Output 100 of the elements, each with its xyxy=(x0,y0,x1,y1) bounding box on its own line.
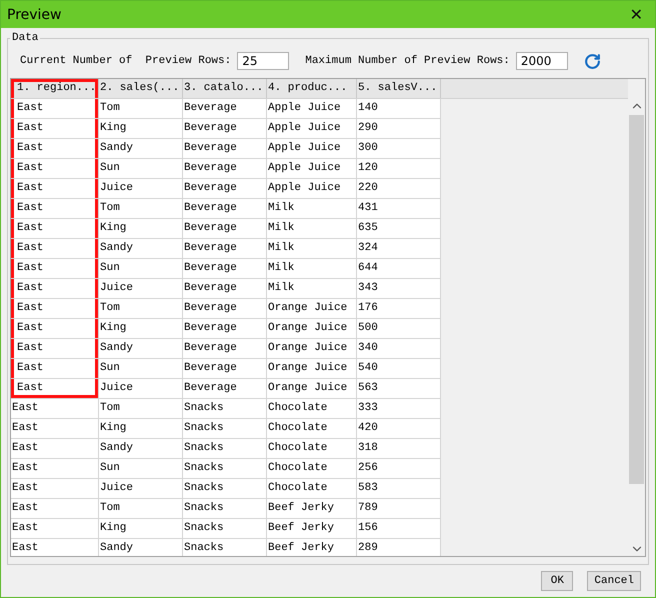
table-cell: 644 xyxy=(357,259,441,279)
close-button[interactable]: ✕ xyxy=(626,5,647,24)
table-cell: 256 xyxy=(357,459,441,479)
table-cell: 300 xyxy=(357,139,441,159)
table-cell: East xyxy=(11,119,99,139)
table-cell: 290 xyxy=(357,119,441,139)
scroll-thumb[interactable] xyxy=(629,115,644,484)
table-cell: Beverage xyxy=(183,359,267,379)
table-cell: East xyxy=(11,279,99,299)
table-cell: Snacks xyxy=(183,439,267,459)
table-cell: 420 xyxy=(357,419,441,439)
table-cell: Sun xyxy=(99,359,183,379)
table-cell: East xyxy=(11,179,99,199)
table-cell: Beverage xyxy=(183,299,267,319)
table-cell: East xyxy=(11,539,99,556)
table-cell: Chocolate xyxy=(267,439,357,459)
table-cell: Juice xyxy=(99,279,183,299)
table-cell: Beverage xyxy=(183,219,267,239)
table-cell: Snacks xyxy=(183,519,267,539)
table-cell: Orange Juice xyxy=(267,319,357,339)
table-cell: Sun xyxy=(99,159,183,179)
table-cell: Milk xyxy=(267,199,357,219)
column-header[interactable]: 5. salesV... xyxy=(357,79,441,98)
table-cell: East xyxy=(11,99,99,119)
table-cell: 635 xyxy=(357,219,441,239)
table-cell: 176 xyxy=(357,299,441,319)
table-cell: Beverage xyxy=(183,319,267,339)
table-cell: Juice xyxy=(99,479,183,499)
table-cell: Chocolate xyxy=(267,419,357,439)
column-header[interactable]: 1. region... xyxy=(11,79,99,98)
table-cell: Snacks xyxy=(183,539,267,556)
column-header[interactable]: 4. produc... xyxy=(267,79,357,98)
table-cell: Apple Juice xyxy=(267,159,357,179)
table-cell: 500 xyxy=(357,319,441,339)
table-cell: Sandy xyxy=(99,139,183,159)
table-cell: East xyxy=(11,159,99,179)
table-cell: Sandy xyxy=(99,439,183,459)
rows-field[interactable]: 25 xyxy=(237,52,290,70)
cancel-button[interactable]: Cancel xyxy=(587,571,641,591)
field-label: Current Number of Preview Rows: xyxy=(20,55,232,67)
column-header[interactable]: 2. sales(... xyxy=(99,79,183,98)
table-cell: Tom xyxy=(99,399,183,419)
table-cell: King xyxy=(99,419,183,439)
table-cell: Milk xyxy=(267,219,357,239)
table-cell: 220 xyxy=(357,179,441,199)
table-cell: East xyxy=(11,139,99,159)
table-cell: East xyxy=(11,199,99,219)
table-cell: Milk xyxy=(267,279,357,299)
table-cell: East xyxy=(11,519,99,539)
field-label: Maximum Number of Preview Rows: xyxy=(305,55,510,67)
table-cell: Snacks xyxy=(183,479,267,499)
table-cell: 789 xyxy=(357,499,441,519)
column-header[interactable]: 3. catalo... xyxy=(183,79,267,98)
table-cell: Apple Juice xyxy=(267,179,357,199)
table-cell: East xyxy=(11,479,99,499)
table-cell: East xyxy=(11,419,99,439)
table-cell: 340 xyxy=(357,339,441,359)
table-cell: Beverage xyxy=(183,119,267,139)
table-cell: 431 xyxy=(357,199,441,219)
table-cell: 563 xyxy=(357,379,441,399)
table-cell: Beverage xyxy=(183,179,267,199)
window-title: Preview xyxy=(7,6,62,22)
table-cell: Snacks xyxy=(183,399,267,419)
table-cell: East xyxy=(11,219,99,239)
table-cell: King xyxy=(99,119,183,139)
table-cell: Sandy xyxy=(99,239,183,259)
table-cell: 289 xyxy=(357,539,441,556)
table-cell: Sandy xyxy=(99,339,183,359)
table-cell: Beverage xyxy=(183,239,267,259)
table-cell: Orange Juice xyxy=(267,339,357,359)
table-cell: 156 xyxy=(357,519,441,539)
table-cell: 343 xyxy=(357,279,441,299)
table-cell: Juice xyxy=(99,179,183,199)
table-cell: Milk xyxy=(267,259,357,279)
table-cell: Tom xyxy=(99,199,183,219)
table-cell: Orange Juice xyxy=(267,299,357,319)
table-cell: Sun xyxy=(99,259,183,279)
table-cell: 120 xyxy=(357,159,441,179)
table-cell: King xyxy=(99,219,183,239)
table-cell: Beverage xyxy=(183,259,267,279)
table-cell: East xyxy=(11,399,99,419)
table-cell: East xyxy=(11,379,99,399)
table-cell: 333 xyxy=(357,399,441,419)
ok-button[interactable]: OK xyxy=(541,571,574,591)
table-cell: King xyxy=(99,519,183,539)
table-cell: East xyxy=(11,259,99,279)
table-cell: East xyxy=(11,359,99,379)
table-cell: Milk xyxy=(267,239,357,259)
table-cell: East xyxy=(11,439,99,459)
table-cell: 140 xyxy=(357,99,441,119)
table-cell: East xyxy=(11,499,99,519)
table-cell: East xyxy=(11,299,99,319)
table-cell: Orange Juice xyxy=(267,379,357,399)
table-cell: 318 xyxy=(357,439,441,459)
table-cell: Juice xyxy=(99,379,183,399)
table-cell: Chocolate xyxy=(267,459,357,479)
table-cell: East xyxy=(11,339,99,359)
refresh-icon[interactable] xyxy=(584,52,601,70)
rows-field[interactable]: 2000 xyxy=(516,52,568,70)
table-cell: Snacks xyxy=(183,419,267,439)
